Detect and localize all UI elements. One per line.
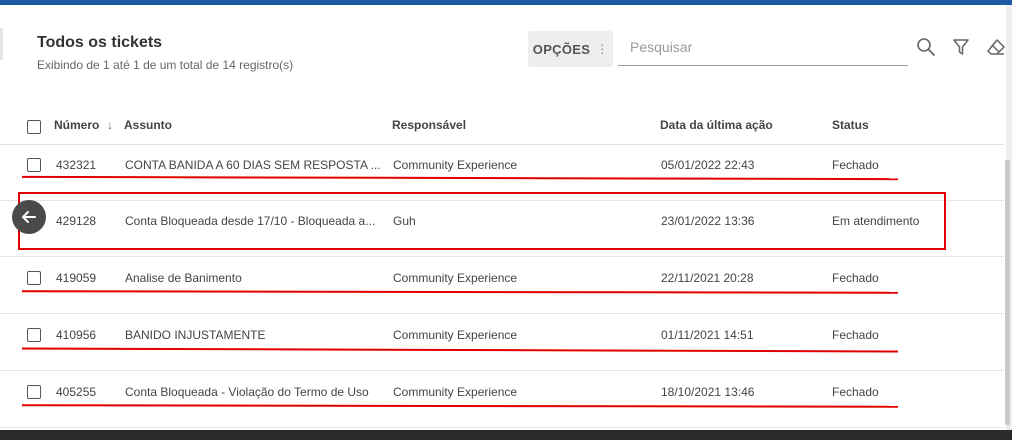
ticket-assignee: Community Experience	[393, 328, 518, 342]
back-arrow-icon[interactable]	[12, 200, 46, 234]
search-input[interactable]	[618, 31, 912, 63]
ticket-last-action: 05/01/2022 22:43	[661, 158, 755, 172]
ticket-number: 405255	[56, 385, 97, 399]
column-data[interactable]: Data da última ação	[660, 118, 773, 132]
scrollbar-thumb[interactable]	[1005, 160, 1010, 425]
left-edge-strip	[0, 28, 3, 60]
column-numero[interactable]: Número	[54, 118, 99, 132]
annotation-highlight-box	[18, 192, 946, 250]
search-field[interactable]	[618, 31, 912, 66]
filter-icon[interactable]	[951, 37, 971, 57]
column-status[interactable]: Status	[832, 118, 869, 132]
ticket-last-action: 01/11/2021 14:51	[661, 328, 754, 342]
records-summary: Exibindo de 1 até 1 de um total de 14 re…	[37, 58, 294, 72]
ticket-last-action: 18/10/2021 13:46	[661, 385, 755, 399]
row-checkbox[interactable]	[27, 158, 41, 172]
ticket-status: Fechado	[832, 158, 879, 172]
ticket-subject[interactable]: Conta Bloqueada - Violação do Termo de U…	[125, 385, 387, 399]
select-all-checkbox[interactable]	[27, 120, 41, 134]
row-checkbox[interactable]	[27, 385, 41, 399]
search-icon[interactable]	[916, 37, 936, 57]
ticket-subject[interactable]: BANIDO INJUSTAMENTE	[125, 328, 387, 342]
ticket-subject[interactable]: Analise de Banimento	[125, 271, 387, 285]
ticket-number: 419059	[56, 271, 97, 285]
ticket-last-action: 22/11/2021 20:28	[661, 271, 754, 285]
ticket-number: 432321	[56, 158, 97, 172]
row-checkbox[interactable]	[27, 271, 41, 285]
ticket-subject[interactable]: CONTA BANIDA A 60 DIAS SEM RESPOSTA ...	[125, 158, 387, 172]
ticket-assignee: Community Experience	[393, 271, 518, 285]
sort-down-icon[interactable]: ↓	[107, 118, 113, 132]
column-assunto[interactable]: Assunto	[124, 118, 172, 132]
options-button[interactable]: OPÇÕES ⋮	[528, 31, 613, 67]
ticket-status: Fechado	[832, 328, 879, 342]
page-background	[0, 430, 1012, 440]
options-label: OPÇÕES	[532, 41, 591, 57]
ticket-assignee: Community Experience	[393, 158, 518, 172]
column-responsavel[interactable]: Responsável	[392, 118, 466, 132]
more-vert-icon: ⋮	[596, 42, 609, 56]
row-checkbox[interactable]	[27, 328, 41, 342]
table-row[interactable]: 405255 Conta Bloqueada - Violação do Ter…	[0, 371, 1004, 428]
ticket-assignee: Community Experience	[393, 385, 518, 399]
table-header: Número ↓ Assunto Responsável Data da últ…	[0, 106, 1004, 145]
ticket-status: Fechado	[832, 271, 879, 285]
eraser-icon[interactable]	[986, 37, 1006, 57]
ticket-status: Fechado	[832, 385, 879, 399]
page-title: Todos os tickets	[37, 34, 163, 51]
ticket-number: 410956	[56, 328, 97, 342]
table-row[interactable]: 419059 Analise de Banimento Community Ex…	[0, 257, 1004, 314]
table-row[interactable]: 410956 BANIDO INJUSTAMENTE Community Exp…	[0, 314, 1004, 371]
